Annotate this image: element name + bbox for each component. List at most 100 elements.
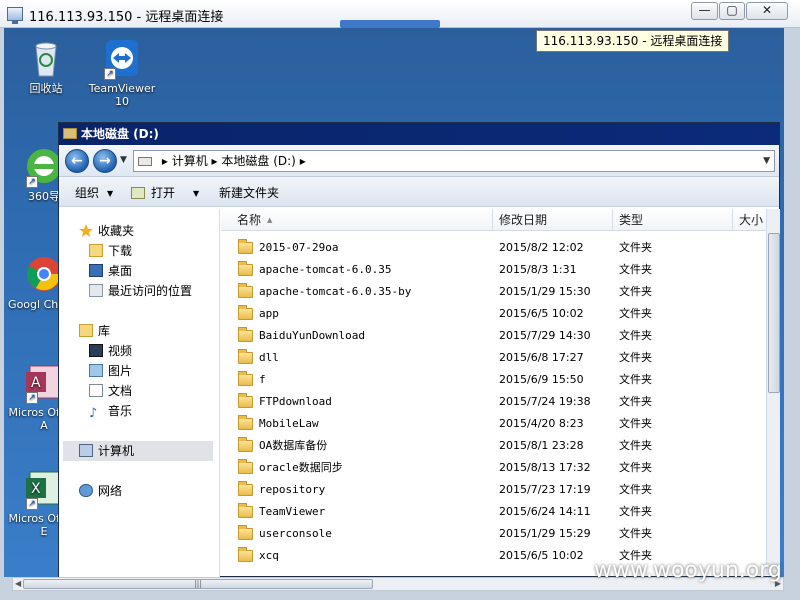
table-row[interactable]: OA数据库备份 2015/8/1 23:28 文件夹 (221, 435, 766, 457)
folder-icon (238, 349, 253, 364)
file-name: TeamViewer (259, 505, 326, 518)
file-name: userconsole (259, 527, 332, 540)
open-button[interactable]: 打开 ▼ (131, 184, 199, 201)
folder-icon (238, 327, 253, 342)
file-date: 2015/8/2 12:02 (499, 241, 584, 254)
scrollbar-thumb[interactable] (768, 233, 780, 393)
file-type: 文件夹 (619, 351, 652, 364)
file-date: 2015/1/29 15:29 (499, 527, 591, 540)
file-date: 2015/7/29 14:30 (499, 329, 591, 342)
nav-label: 库 (98, 324, 111, 338)
recent-pages-dropdown[interactable]: ▼ (120, 155, 127, 165)
svg-text:X: X (31, 481, 41, 497)
library-icon (79, 324, 93, 337)
vertical-scrollbar[interactable] (766, 209, 780, 575)
file-name: xcq (259, 549, 279, 562)
address-dropdown-icon[interactable]: ▼ (763, 151, 770, 171)
table-row[interactable]: f 2015/6/9 15:50 文件夹 (221, 369, 766, 391)
nav-label: 音乐 (108, 404, 133, 418)
file-type: 文件夹 (619, 505, 652, 518)
file-date: 2015/6/8 17:27 (499, 351, 584, 364)
table-row[interactable]: TeamViewer 2015/6/24 14:11 文件夹 (221, 501, 766, 523)
folder-icon (238, 239, 253, 254)
table-row[interactable]: MobileLaw 2015/4/20 8:23 文件夹 (221, 413, 766, 435)
table-row[interactable]: apache-tomcat-6.0.35 2015/8/3 1:31 文件夹 (221, 259, 766, 281)
computer-icon (79, 444, 93, 457)
address-separator[interactable]: ▸ (300, 154, 306, 168)
file-name: repository (259, 483, 326, 496)
nav-label: 收藏夹 (98, 224, 135, 238)
column-label: 名称 (237, 213, 262, 227)
back-button[interactable]: ← (65, 149, 89, 173)
recycle-bin-icon (26, 38, 66, 78)
nav-libraries[interactable]: 库 (79, 321, 239, 341)
close-button[interactable]: ✕ (746, 2, 788, 20)
file-type: 文件夹 (619, 417, 652, 430)
desktop-icon-teamviewer[interactable]: ↗ TeamViewer 10 (86, 38, 158, 108)
folder-icon (238, 437, 253, 452)
nav-label: 文档 (108, 384, 133, 398)
folder-icon (238, 525, 253, 540)
connection-bar[interactable] (340, 20, 440, 28)
desktop-icon-label: 回收站 (29, 82, 63, 95)
table-row[interactable]: dll 2015/6/8 17:27 文件夹 (221, 347, 766, 369)
table-row[interactable]: oracle数据同步 2015/8/13 17:32 文件夹 (221, 457, 766, 479)
file-name: apache-tomcat-6.0.35 (259, 263, 392, 276)
nav-favorites[interactable]: 收藏夹 (79, 221, 239, 241)
file-name: OA数据库备份 (259, 439, 328, 452)
desktop-icon-recycle-bin[interactable]: 回收站 (10, 38, 82, 95)
scrollbar-thumb[interactable]: ||| (23, 579, 373, 589)
folder-icon (238, 481, 253, 496)
remote-desktop-icon (7, 7, 23, 24)
table-row[interactable]: FTPdownload 2015/7/24 19:38 文件夹 (221, 391, 766, 413)
maximize-button[interactable]: ▢ (719, 2, 745, 20)
breadcrumb-drive[interactable]: 本地磁盘 (D:) (221, 154, 295, 168)
star-icon (79, 223, 93, 237)
nav-label: 视频 (108, 344, 133, 358)
table-row[interactable]: BaiduYunDownload 2015/7/29 14:30 文件夹 (221, 325, 766, 347)
address-bar[interactable]: ▸ 计算机 ▸ 本地磁盘 (D:) ▸ ▼ (133, 150, 775, 172)
explorer-titlebar[interactable]: 本地磁盘 (D:) (59, 123, 779, 145)
column-header-size[interactable]: 大小 (733, 209, 766, 231)
file-date: 2015/1/29 15:30 (499, 285, 591, 298)
shortcut-arrow-icon: ↗ (104, 68, 116, 80)
nav-label: 网络 (98, 484, 123, 498)
minimize-button[interactable]: — (691, 2, 718, 20)
nav-computer[interactable]: 计算机 (63, 441, 213, 461)
column-header-type[interactable]: 类型 (613, 209, 733, 231)
file-date: 2015/8/3 1:31 (499, 263, 577, 276)
file-type: 文件夹 (619, 461, 652, 474)
table-row[interactable]: 2015-07-29oa 2015/8/2 12:02 文件夹 (221, 237, 766, 259)
column-header-name[interactable]: 名称 ▲ (221, 209, 493, 231)
table-row[interactable]: userconsole 2015/1/29 15:29 文件夹 (221, 523, 766, 545)
scroll-left-icon[interactable]: ◀ (15, 578, 21, 590)
file-type: 文件夹 (619, 285, 652, 298)
window-title: 116.113.93.150 - 远程桌面连接 (29, 10, 224, 25)
address-separator[interactable]: ▸ (212, 154, 218, 168)
new-folder-button[interactable]: 新建文件夹 (219, 184, 279, 201)
column-header-date[interactable]: 修改日期 (493, 209, 613, 231)
shortcut-arrow-icon: ↗ (26, 498, 38, 510)
desktop-icon (89, 264, 103, 277)
file-type: 文件夹 (619, 263, 652, 276)
forward-button[interactable]: → (93, 149, 117, 173)
navigation-pane: 收藏夹 下载 桌面 最近访问的位置 库 视频 图片 文档 ♪ 音乐 计算机 网络 (59, 209, 220, 578)
file-name: oracle数据同步 (259, 461, 343, 474)
file-type: 文件夹 (619, 483, 652, 496)
svg-text:A: A (31, 375, 41, 391)
chevron-down-icon: ▼ (107, 189, 114, 198)
folder-icon (238, 547, 253, 562)
nav-network[interactable]: 网络 (79, 481, 239, 501)
table-row[interactable]: app 2015/6/5 10:02 文件夹 (221, 303, 766, 325)
table-row[interactable]: apache-tomcat-6.0.35-by 2015/1/29 15:30 文件… (221, 281, 766, 303)
recent-places-icon (89, 284, 103, 297)
open-label: 打开 (151, 186, 176, 200)
file-type: 文件夹 (619, 241, 652, 254)
sort-ascending-icon: ▲ (267, 216, 273, 224)
organize-button[interactable]: 组织 ▼ (75, 184, 113, 201)
table-row[interactable]: repository 2015/7/23 17:19 文件夹 (221, 479, 766, 501)
breadcrumb-computer[interactable]: 计算机 (172, 154, 208, 168)
column-headers: 名称 ▲ 修改日期 类型 大小 (221, 209, 766, 231)
file-name: f (259, 373, 266, 386)
file-list: 名称 ▲ 修改日期 类型 大小 2015-07-29oa 2015/8/2 12:0… (221, 209, 766, 575)
